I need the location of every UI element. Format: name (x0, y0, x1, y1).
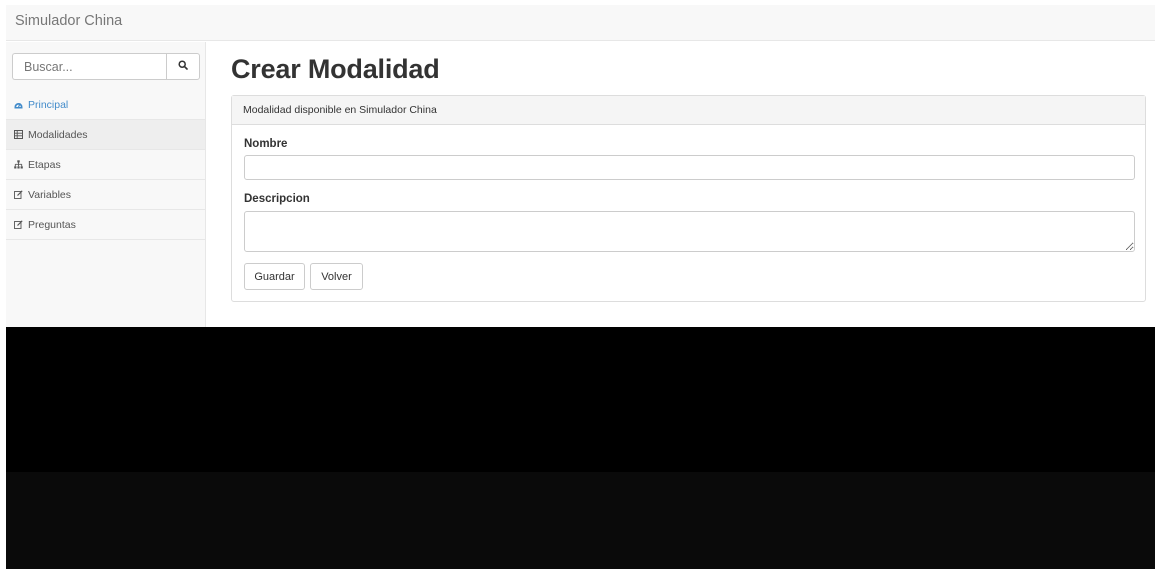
nombre-label: Nombre (244, 138, 288, 150)
sidebar-nav: Principal Modalidades Etapas Variables P… (6, 90, 205, 240)
sidebar-item-variables[interactable]: Variables (6, 180, 205, 210)
page-title: Crear Modalidad (231, 54, 440, 84)
sidebar-item-label: Variables (28, 188, 71, 201)
sidebar-item-modalidades[interactable]: Modalidades (6, 120, 205, 150)
descripcion-textarea[interactable] (244, 211, 1135, 252)
save-button[interactable]: Guardar (244, 263, 305, 290)
sidebar-item-label: Modalidades (28, 128, 88, 141)
search-input[interactable] (12, 53, 166, 80)
dashboard-icon (14, 100, 23, 109)
search-button[interactable] (166, 53, 200, 80)
descripcion-label: Descripcion (244, 193, 310, 205)
table-icon (14, 130, 23, 139)
form-panel: Modalidad disponible en Simulador China … (231, 95, 1146, 302)
sidebar-item-preguntas[interactable]: Preguntas (6, 210, 205, 240)
sidebar: Principal Modalidades Etapas Variables P… (6, 42, 206, 327)
panel-heading: Modalidad disponible en Simulador China (232, 96, 1145, 125)
back-button[interactable]: Volver (310, 263, 363, 290)
nombre-input[interactable] (244, 155, 1135, 180)
search-icon (178, 60, 188, 73)
edit-icon (14, 190, 23, 199)
sidebar-item-label: Principal (28, 98, 69, 111)
sidebar-item-principal[interactable]: Principal (6, 90, 205, 120)
blank-region (6, 327, 1155, 472)
top-navbar: Simulador China (6, 5, 1155, 41)
sidebar-item-label: Etapas (28, 158, 61, 171)
edit-icon (14, 220, 23, 229)
sitemap-icon (14, 160, 23, 169)
sidebar-item-label: Preguntas (28, 218, 76, 231)
sidebar-search (12, 53, 200, 80)
blank-region (6, 472, 1155, 569)
navbar-brand[interactable]: Simulador China (15, 13, 122, 29)
sidebar-item-etapas[interactable]: Etapas (6, 150, 205, 180)
